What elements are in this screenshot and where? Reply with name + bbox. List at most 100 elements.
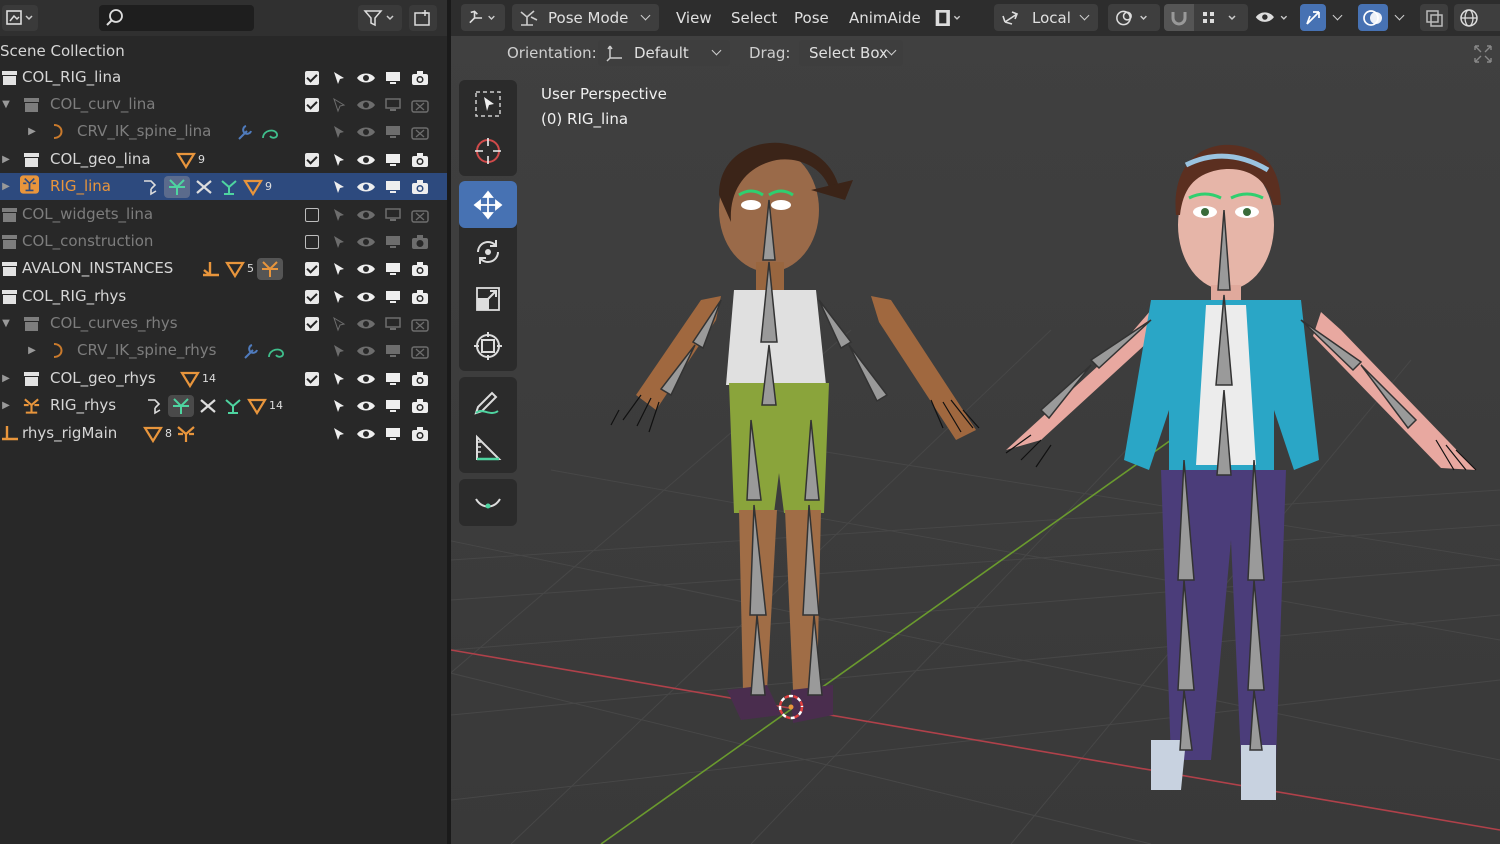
cursor-tool[interactable] bbox=[459, 127, 517, 174]
expand-arrow-icon[interactable]: ▶ bbox=[0, 392, 12, 419]
render-camera-icon[interactable] bbox=[409, 64, 431, 91]
render-disabled-icon[interactable] bbox=[409, 91, 431, 118]
outliner-row[interactable]: COL_construction bbox=[0, 228, 447, 255]
pose-icon[interactable] bbox=[222, 396, 244, 416]
render-disabled-icon[interactable] bbox=[409, 337, 431, 364]
mesh-icon[interactable] bbox=[180, 369, 200, 389]
pivot-point-dropdown[interactable] bbox=[1108, 4, 1160, 31]
outliner-row[interactable]: ▶ CRV_IK_spine_lina bbox=[0, 118, 447, 145]
armature-object-icon[interactable] bbox=[257, 257, 283, 280]
outliner-row[interactable]: ▼ COL_curv_lina bbox=[0, 91, 447, 118]
armature-data-icon[interactable] bbox=[164, 175, 190, 198]
outliner-row[interactable]: COL_widgets_lina bbox=[0, 201, 447, 228]
menu-pose[interactable]: Pose bbox=[794, 0, 829, 36]
render-camera-icon[interactable] bbox=[409, 173, 431, 200]
transform-orientation-dropdown[interactable]: Local bbox=[994, 4, 1098, 31]
viewport-disable-icon[interactable] bbox=[382, 337, 404, 364]
visibility-eye-icon[interactable] bbox=[355, 337, 377, 364]
expand-arrow-icon[interactable]: ▶ bbox=[26, 118, 38, 145]
transform-tool[interactable] bbox=[459, 322, 517, 369]
visibility-eye-icon[interactable] bbox=[355, 392, 377, 419]
outliner-row[interactable]: ▼ COL_curves_rhys bbox=[0, 310, 447, 337]
render-camera-icon[interactable] bbox=[409, 283, 431, 310]
outliner-row[interactable]: ▶ COL_geo_rhys 14 bbox=[0, 365, 447, 392]
armature-object-icon[interactable] bbox=[175, 424, 197, 444]
selectable-toggle-icon[interactable] bbox=[328, 365, 350, 392]
visibility-eye-icon[interactable] bbox=[355, 146, 377, 173]
viewport-disable-icon[interactable] bbox=[382, 392, 404, 419]
wrench-modifier-icon[interactable] bbox=[240, 341, 262, 361]
scale-tool[interactable] bbox=[459, 275, 517, 322]
snap-target-dropdown[interactable] bbox=[1194, 4, 1248, 31]
exclude-checkbox[interactable] bbox=[301, 64, 323, 91]
3d-viewport[interactable]: Pose Mode View Select Pose AnimAide Loca… bbox=[451, 0, 1500, 844]
exclude-checkbox[interactable] bbox=[301, 283, 323, 310]
render-camera-icon[interactable] bbox=[409, 420, 431, 447]
viewport-disable-icon[interactable] bbox=[382, 118, 404, 145]
collapse-arrow-icon[interactable]: ▼ bbox=[0, 91, 12, 118]
viewport-disable-icon[interactable] bbox=[382, 91, 404, 118]
viewport-disable-icon[interactable] bbox=[382, 173, 404, 200]
selectable-toggle-icon[interactable] bbox=[328, 173, 350, 200]
visibility-eye-icon[interactable] bbox=[355, 283, 377, 310]
viewport-disable-icon[interactable] bbox=[382, 310, 404, 337]
render-disabled-icon[interactable] bbox=[409, 118, 431, 145]
selectable-toggle-icon[interactable] bbox=[328, 337, 350, 364]
bone-constraint-icon[interactable] bbox=[193, 177, 215, 197]
selectable-toggle-icon[interactable] bbox=[328, 64, 350, 91]
outliner-row[interactable]: COL_RIG_rhys bbox=[0, 283, 447, 310]
render-camera-icon[interactable] bbox=[409, 255, 431, 282]
viewport-disable-icon[interactable] bbox=[382, 255, 404, 282]
selectable-toggle-icon[interactable] bbox=[328, 310, 350, 337]
visibility-eye-icon[interactable] bbox=[355, 310, 377, 337]
overlays-toggle-button[interactable] bbox=[1358, 4, 1388, 31]
editor-type-button[interactable] bbox=[461, 4, 505, 31]
exclude-checkbox[interactable] bbox=[301, 201, 323, 228]
editor-type-button[interactable] bbox=[2, 5, 38, 31]
pose-icon[interactable] bbox=[218, 177, 240, 197]
mesh-icon[interactable] bbox=[247, 396, 267, 416]
overlays-dropdown[interactable] bbox=[1388, 4, 1410, 31]
select-box-tool[interactable] bbox=[459, 80, 517, 127]
selectable-toggle-icon[interactable] bbox=[328, 201, 350, 228]
expand-arrow-icon[interactable]: ▶ bbox=[26, 337, 38, 364]
selectable-toggle-icon[interactable] bbox=[328, 255, 350, 282]
visibility-dropdown[interactable] bbox=[1248, 4, 1298, 31]
selectable-toggle-icon[interactable] bbox=[328, 420, 350, 447]
outliner-row-selected[interactable]: ▶ RIG_lina 9 bbox=[0, 173, 447, 200]
visibility-eye-icon[interactable] bbox=[355, 201, 377, 228]
exclude-checkbox[interactable] bbox=[301, 91, 323, 118]
viewport-disable-icon[interactable] bbox=[382, 420, 404, 447]
render-disabled-icon[interactable] bbox=[409, 310, 431, 337]
mesh-icon[interactable] bbox=[225, 259, 245, 279]
visibility-eye-icon[interactable] bbox=[355, 365, 377, 392]
outliner-row[interactable]: rhys_rigMain 8 bbox=[0, 420, 447, 447]
render-camera-icon[interactable] bbox=[409, 365, 431, 392]
curve-data-icon[interactable] bbox=[265, 341, 287, 361]
expand-arrow-icon[interactable]: ▶ bbox=[0, 365, 12, 392]
selectable-toggle-icon[interactable] bbox=[328, 228, 350, 255]
outliner-row[interactable]: ▶ RIG_rhys 14 bbox=[0, 392, 447, 419]
viewport-disable-icon[interactable] bbox=[382, 228, 404, 255]
exclude-checkbox[interactable] bbox=[301, 146, 323, 173]
viewport-disable-icon[interactable] bbox=[382, 365, 404, 392]
rotate-tool[interactable] bbox=[459, 228, 517, 275]
empty-object-icon[interactable] bbox=[200, 259, 222, 279]
annotate-tool[interactable] bbox=[459, 377, 517, 424]
visibility-eye-icon[interactable] bbox=[355, 118, 377, 145]
shading-wireframe-button[interactable] bbox=[1454, 4, 1500, 31]
gizmo-toggle-button[interactable] bbox=[1300, 4, 1326, 31]
outliner-row[interactable]: ▶ CRV_IK_spine_rhys bbox=[0, 337, 447, 364]
exclude-checkbox[interactable] bbox=[301, 255, 323, 282]
curve-tool[interactable] bbox=[459, 479, 517, 526]
visibility-eye-icon[interactable] bbox=[355, 228, 377, 255]
selectable-toggle-icon[interactable] bbox=[328, 91, 350, 118]
render-camera-icon[interactable] bbox=[409, 228, 431, 255]
orientation-dropdown[interactable]: Default bbox=[598, 40, 730, 66]
visibility-eye-icon[interactable] bbox=[355, 64, 377, 91]
viewport-disable-icon[interactable] bbox=[382, 64, 404, 91]
measure-tool[interactable] bbox=[459, 424, 517, 471]
outliner-row[interactable]: COL_RIG_lina bbox=[0, 64, 447, 91]
selectable-toggle-icon[interactable] bbox=[328, 392, 350, 419]
xray-toggle-button[interactable] bbox=[1420, 4, 1448, 31]
